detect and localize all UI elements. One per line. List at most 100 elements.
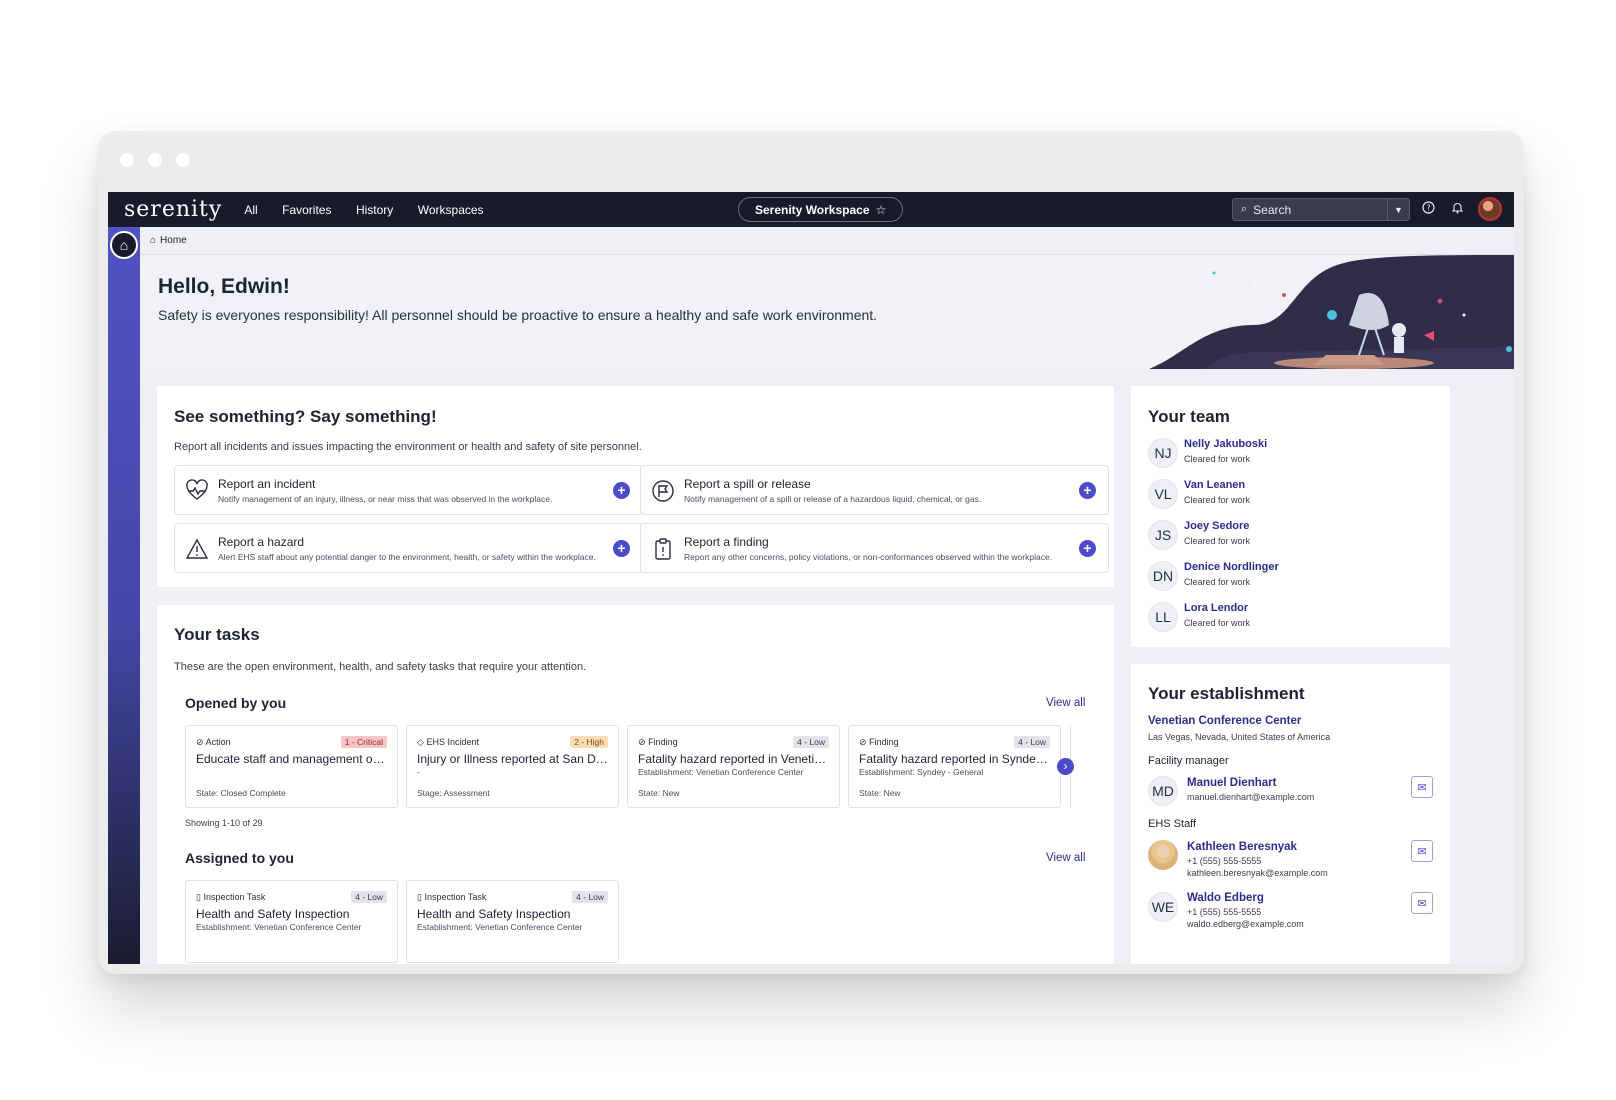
avatar: WE: [1148, 892, 1178, 922]
warning-icon: [185, 538, 209, 559]
top-navbar: serenity All Favorites History Workspace…: [108, 192, 1514, 227]
establishment-title: Your establishment: [1148, 684, 1305, 703]
star-icon[interactable]: ☆: [876, 203, 887, 217]
task-card[interactable]: ⊘ Finding 4 - Low Fatality hazard report…: [848, 725, 1061, 808]
task-type: Inspection Task: [203, 892, 266, 902]
home-icon[interactable]: ⌂: [110, 231, 138, 259]
member-name[interactable]: Van Leanen: [1184, 479, 1245, 491]
task-title: Injury or Illness reported at San Dieg..…: [417, 752, 610, 766]
opened-view-all-link[interactable]: View all: [1046, 697, 1085, 709]
report-item-title: Report a finding: [684, 535, 769, 549]
avatar: JS: [1148, 520, 1178, 550]
task-title: Health and Safety Inspection: [417, 907, 571, 921]
report-hazard-card[interactable]: Report a hazard Alert EHS staff about an…: [174, 523, 643, 573]
search-placeholder: Search: [1253, 202, 1292, 217]
search-scope-dropdown[interactable]: ▼: [1387, 199, 1409, 220]
incident-icon: ◇: [417, 737, 424, 747]
add-icon[interactable]: +: [1079, 482, 1096, 499]
breadcrumb-home[interactable]: Home: [160, 235, 187, 246]
avatar: VL: [1148, 479, 1178, 509]
team-title: Your team: [1148, 407, 1230, 426]
establishment-location: Las Vegas, Nevada, United States of Amer…: [1148, 732, 1331, 742]
nav-favorites[interactable]: Favorites: [282, 203, 331, 217]
nav-all[interactable]: All: [244, 203, 257, 217]
report-finding-card[interactable]: Report a finding Report any other concer…: [640, 523, 1109, 573]
window-dot[interactable]: [120, 153, 134, 167]
task-title: Fatality hazard reported in Venetian ...: [638, 752, 831, 766]
priority-badge: 4 - Low: [351, 891, 387, 903]
window-controls: [120, 153, 190, 167]
task-state: State: Closed Complete: [196, 788, 286, 798]
report-card: See something? Say something! Report all…: [157, 386, 1114, 587]
avatar: NJ: [1148, 438, 1178, 468]
task-sub: Establishment: Venetian Conference Cente…: [638, 767, 804, 777]
tasks-card: Your tasks These are the open environmen…: [157, 605, 1114, 964]
staff-email: kathleen.beresnyak@example.com: [1187, 868, 1328, 878]
app-logo[interactable]: serenity: [124, 197, 222, 222]
task-sub: Establishment: Syndey - General: [859, 767, 984, 777]
avatar: MD: [1148, 776, 1178, 806]
member-status: Cleared for work: [1184, 454, 1251, 464]
staff-name[interactable]: Kathleen Beresnyak: [1187, 841, 1297, 853]
member-name[interactable]: Lora Lendor: [1184, 602, 1248, 614]
add-icon[interactable]: +: [613, 482, 630, 499]
staff-name[interactable]: Waldo Edberg: [1187, 892, 1264, 904]
chevron-right-icon[interactable]: ›: [1057, 758, 1074, 775]
member-status: Cleared for work: [1184, 536, 1251, 546]
member-status: Cleared for work: [1184, 618, 1251, 628]
priority-badge: 4 - Low: [793, 736, 829, 748]
task-state: Stage: Assessment: [417, 788, 490, 798]
task-state: State: New: [638, 788, 680, 798]
task-type: Action: [205, 737, 231, 747]
member-name[interactable]: Denice Nordlinger: [1184, 561, 1279, 573]
priority-badge: 1 - Critical: [340, 736, 387, 748]
manager-name[interactable]: Manuel Dienhart: [1187, 777, 1276, 789]
staff-email: waldo.edberg@example.com: [1187, 919, 1304, 929]
task-card[interactable]: ▯ Inspection Task 4 - Low Health and Saf…: [406, 880, 619, 963]
bell-icon[interactable]: [1449, 201, 1465, 217]
task-card[interactable]: ⊘ Action 1 - Critical Educate staff and …: [185, 725, 398, 808]
nav-workspaces[interactable]: Workspaces: [418, 203, 484, 217]
report-item-desc: Notify management of an injury, illness,…: [218, 494, 553, 504]
manager-email: manuel.dienhart@example.com: [1187, 792, 1315, 802]
greeting: Hello, Edwin!: [158, 275, 290, 298]
mail-icon[interactable]: ✉: [1411, 892, 1433, 914]
report-item-title: Report a spill or release: [684, 477, 811, 491]
task-title: Health and Safety Inspection: [196, 907, 350, 921]
staff-phone: +1 (555) 555-5555: [1187, 907, 1262, 917]
window-dot[interactable]: [176, 153, 190, 167]
establishment-name[interactable]: Venetian Conference Center: [1148, 715, 1301, 727]
task-card[interactable]: ⊘ Finding 4 - Low Fatality hazard report…: [627, 725, 840, 808]
workspace-pill[interactable]: Serenity Workspace ☆: [738, 197, 904, 222]
inspection-icon: ▯: [417, 892, 422, 902]
mail-icon[interactable]: ✉: [1411, 840, 1433, 862]
report-title: See something? Say something!: [174, 407, 437, 426]
search-input[interactable]: ⌕ Search ▼: [1232, 198, 1410, 221]
add-icon[interactable]: +: [613, 540, 630, 557]
task-card[interactable]: ◇ EHS Incident 2 - High Injury or Illnes…: [406, 725, 619, 808]
report-incident-card[interactable]: Report an incident Notify management of …: [174, 465, 643, 515]
member-name[interactable]: Joey Sedore: [1184, 520, 1249, 532]
member-status: Cleared for work: [1184, 495, 1251, 505]
avatar: LL: [1148, 602, 1178, 632]
task-card[interactable]: ▯ Inspection Task 4 - Low Health and Saf…: [185, 880, 398, 963]
priority-badge: 4 - Low: [1014, 736, 1050, 748]
assigned-view-all-link[interactable]: View all: [1046, 852, 1085, 864]
team-card: Your team NJ Nelly Jakuboski Cleared for…: [1131, 386, 1450, 647]
assigned-to-you-title: Assigned to you: [185, 850, 294, 866]
mail-icon[interactable]: ✉: [1411, 776, 1433, 798]
nav-history[interactable]: History: [356, 203, 393, 217]
report-spill-card[interactable]: Report a spill or release Notify managem…: [640, 465, 1109, 515]
report-item-title: Report an incident: [218, 477, 316, 491]
help-icon[interactable]: ?: [1420, 201, 1436, 217]
window-dot[interactable]: [148, 153, 162, 167]
report-item-title: Report a hazard: [218, 535, 305, 549]
main-nav: All Favorites History Workspaces: [244, 201, 503, 219]
member-status: Cleared for work: [1184, 577, 1251, 587]
report-item-desc: Alert EHS staff about any potential dang…: [218, 552, 596, 562]
user-avatar[interactable]: [1478, 197, 1502, 221]
add-icon[interactable]: +: [1079, 540, 1096, 557]
workspace-name: Serenity Workspace: [755, 202, 870, 217]
svg-text:?: ?: [1426, 204, 1430, 213]
member-name[interactable]: Nelly Jakuboski: [1184, 438, 1267, 450]
